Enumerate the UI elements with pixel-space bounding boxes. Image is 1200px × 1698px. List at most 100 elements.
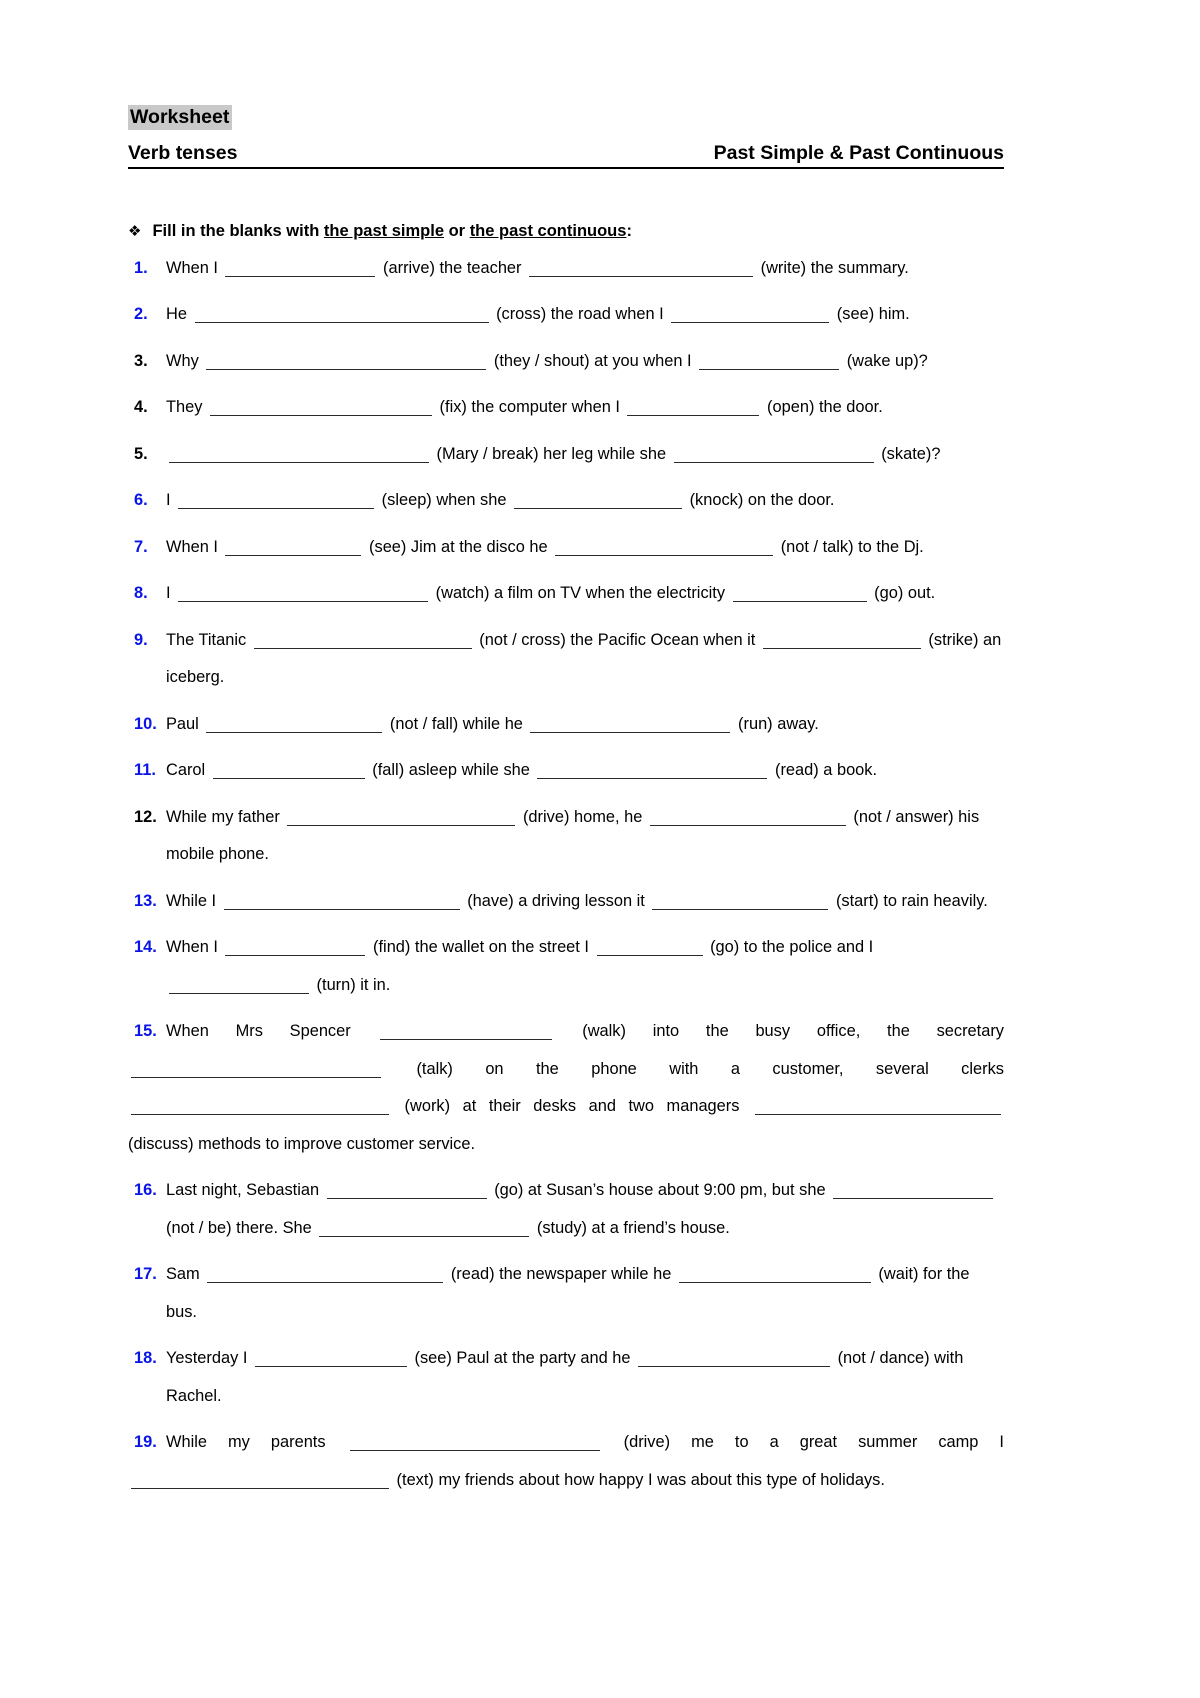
- exercise-text-segment: (arrive) the teacher: [378, 258, 527, 277]
- exercise-number: 18.: [134, 1349, 157, 1367]
- exercise-text-segment: (fix) the computer when I: [435, 398, 625, 416]
- answer-blank[interactable]: [206, 717, 383, 733]
- exercise-text: Last night, Sebastian (go) at Susan’s ho…: [166, 1172, 1004, 1247]
- answer-blank[interactable]: [555, 540, 774, 556]
- answer-blank[interactable]: [206, 354, 487, 370]
- exercise-text-segment: While my father: [166, 807, 285, 826]
- answer-blank[interactable]: [194, 307, 489, 323]
- header-rule-row: Verb tenses Past Simple & Past Continuou…: [128, 142, 1004, 169]
- exercise-text-segment: (read) a book.: [770, 761, 878, 779]
- exercise-text-segment: (drive) me to a great summer camp I: [602, 1433, 1004, 1451]
- answer-blank[interactable]: [207, 1267, 444, 1283]
- exercise-item: 17. Sam (read) the newspaper while he (wa…: [128, 1256, 1004, 1331]
- exercise-item: 11. Carol (fall) asleep while she (read) …: [128, 752, 1004, 790]
- exercise-number: 2.: [134, 305, 148, 323]
- answer-blank[interactable]: [596, 940, 703, 956]
- exercise-item: 12. While my father (drive) home, he (not…: [128, 799, 1004, 874]
- exercise-text-segment: (study) at a friend’s house.: [532, 1218, 730, 1237]
- exercise-item: 18. Yesterday I (see) Paul at the party a…: [128, 1340, 1004, 1415]
- answer-blank[interactable]: [223, 894, 460, 910]
- answer-blank[interactable]: [225, 261, 376, 277]
- exercise-item: 7. When I (see) Jim at the disco he (not …: [128, 529, 1004, 567]
- exercise-text-segment: (drive) home, he: [518, 807, 647, 826]
- exercise-text: Why (they / shout) at you when I (wake u…: [166, 343, 1004, 381]
- answer-blank[interactable]: [673, 447, 874, 463]
- answer-blank[interactable]: [326, 1183, 487, 1199]
- exercise-number: 12.: [134, 807, 157, 826]
- answer-blank[interactable]: [380, 1024, 553, 1040]
- exercise-item: 4. They (fix) the computer when I (open) …: [128, 389, 1004, 427]
- exercise-item: 6. I (sleep) when she (knock) on the door…: [128, 482, 1004, 520]
- answer-blank[interactable]: [699, 354, 840, 370]
- exercise-number: 4.: [134, 398, 148, 416]
- exercise-text-segment: (work) at their desks and two managers: [392, 1097, 752, 1115]
- answer-blank[interactable]: [169, 978, 309, 994]
- exercise-number: 1.: [134, 258, 148, 277]
- exercise-text-segment: Sam: [166, 1265, 205, 1283]
- exercise-item: 9. The Titanic (not / cross) the Pacific …: [128, 622, 1004, 697]
- answer-blank[interactable]: [319, 1221, 530, 1237]
- exercise-text-segment: (talk) on the phone with a customer, sev…: [384, 1059, 1004, 1078]
- answer-blank[interactable]: [225, 540, 362, 556]
- exercise-text-segment: (start) to rain heavily.: [831, 891, 988, 910]
- answer-blank[interactable]: [254, 1351, 407, 1367]
- exercise-text: Paul (not / fall) while he (run) away.: [166, 706, 1004, 744]
- exercise-text-segment: Carol: [166, 761, 210, 779]
- answer-blank[interactable]: [169, 447, 429, 463]
- exercise-text-segment: When I: [166, 258, 223, 277]
- answer-blank[interactable]: [253, 633, 472, 649]
- exercise-text-segment: (wake up)?: [842, 351, 928, 370]
- exercise-text: (Mary / break) her leg while she (skate)…: [166, 436, 1004, 474]
- exercise-text-segment: Paul: [166, 714, 204, 733]
- exercise-text-segment: (watch) a film on TV when the electricit…: [431, 584, 730, 602]
- answer-blank[interactable]: [225, 940, 366, 956]
- exercise-text-segment: (have) a driving lesson it: [462, 891, 650, 910]
- exercise-text-segment: (run) away.: [733, 714, 819, 733]
- exercise-number: 14.: [134, 938, 157, 956]
- exercise-text-segment: (see) Jim at the disco he: [364, 537, 553, 556]
- answer-blank[interactable]: [671, 307, 830, 323]
- answer-blank[interactable]: [349, 1435, 600, 1451]
- answer-blank[interactable]: [178, 493, 375, 509]
- answer-blank[interactable]: [212, 763, 365, 779]
- answer-blank[interactable]: [652, 894, 829, 910]
- answer-blank[interactable]: [131, 1099, 389, 1115]
- exercise-item: 5. (Mary / break) her leg while she (ska…: [128, 436, 1004, 474]
- answer-blank[interactable]: [833, 1183, 994, 1199]
- answer-blank[interactable]: [649, 810, 846, 826]
- answer-blank[interactable]: [537, 763, 768, 779]
- exercise-text-segment: (they / shout) at you when I: [489, 351, 697, 370]
- exercise-text-segment: The Titanic: [166, 630, 251, 649]
- instruction-suffix: :: [626, 221, 632, 240]
- worksheet-page: Worksheet Verb tenses Past Simple & Past…: [0, 0, 1200, 1698]
- exercise-text-segment: Yesterday I: [166, 1349, 252, 1367]
- answer-blank[interactable]: [530, 717, 731, 733]
- exercise-text-segment: (cross) the road when I: [491, 305, 669, 323]
- exercise-text-segment: Last night, Sebastian: [166, 1181, 324, 1199]
- exercise-text: I (watch) a film on TV when the electric…: [166, 575, 1004, 613]
- answer-blank[interactable]: [627, 400, 760, 416]
- answer-blank[interactable]: [529, 261, 754, 277]
- answer-blank[interactable]: [732, 586, 867, 602]
- exercise-text-segment: (go) out.: [869, 584, 936, 602]
- answer-blank[interactable]: [131, 1062, 381, 1078]
- exercise-list: 1. When I (arrive) the teacher (write) th…: [128, 250, 1004, 1500]
- exercise-text: Sam (read) the newspaper while he (wait)…: [166, 1256, 1004, 1331]
- answer-blank[interactable]: [131, 1473, 389, 1489]
- answer-blank[interactable]: [178, 586, 429, 602]
- exercise-text-segment: (open) the door.: [762, 398, 883, 416]
- exercise-number: 8.: [134, 584, 148, 602]
- answer-blank[interactable]: [638, 1351, 831, 1367]
- answer-blank[interactable]: [210, 400, 432, 416]
- exercise-number: 6.: [134, 491, 148, 509]
- exercise-text-segment: While I: [166, 891, 221, 910]
- answer-blank[interactable]: [514, 493, 683, 509]
- exercise-number: 10.: [134, 714, 157, 733]
- answer-blank[interactable]: [678, 1267, 871, 1283]
- instruction-mid: or: [444, 221, 470, 240]
- exercise-text-segment: (knock) on the door.: [685, 491, 835, 509]
- exercise-number: 5.: [134, 444, 148, 463]
- answer-blank[interactable]: [755, 1099, 1001, 1115]
- answer-blank[interactable]: [287, 810, 516, 826]
- answer-blank[interactable]: [762, 633, 921, 649]
